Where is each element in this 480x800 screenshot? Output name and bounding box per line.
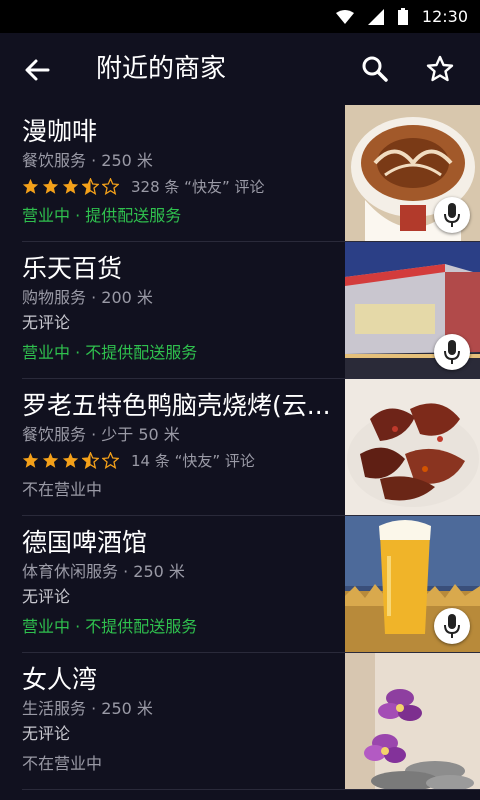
- merchant-item[interactable]: 德国啤酒馆 体育休闲服务 · 250 米 无评论 营业中 · 不提供配送服务: [0, 516, 480, 653]
- star-empty-icon: [102, 177, 119, 195]
- microphone-icon: [444, 340, 460, 364]
- merchant-photo: [345, 653, 480, 789]
- review-count: 无评论: [22, 587, 71, 606]
- signal-icon: [367, 8, 384, 25]
- merchant-photo: [345, 242, 480, 378]
- merchant-name: 德国啤酒馆: [22, 528, 148, 557]
- app-bar: 附近的商家: [0, 33, 480, 105]
- business-status: 不在营业中: [22, 754, 103, 773]
- merchant-name: 女人湾: [22, 665, 98, 694]
- search-icon: [362, 56, 388, 82]
- merchant-list: 漫咖啡 餐饮服务 · 250 米 328 条 “快友” 评论 营业中 · 提供配…: [0, 105, 480, 790]
- business-status: 营业中 · 提供配送服务: [22, 206, 182, 225]
- review-count: 14 条 “快友” 评论: [131, 451, 255, 470]
- merchant-rating: 14 条 “快友” 评论: [22, 449, 255, 471]
- microphone-icon: [444, 203, 460, 227]
- star-full-icon: [22, 178, 39, 194]
- business-status: 营业中 · 不提供配送服务: [22, 617, 198, 636]
- merchant-photo: [345, 105, 480, 241]
- back-button[interactable]: [22, 55, 52, 85]
- star-full-icon: [62, 452, 79, 468]
- review-count: 无评论: [22, 724, 71, 743]
- favorite-button[interactable]: [425, 54, 455, 84]
- business-status: 营业中 · 不提供配送服务: [22, 343, 198, 362]
- rating-stars: [22, 177, 119, 195]
- star-full-icon: [22, 452, 39, 468]
- search-button[interactable]: [360, 54, 390, 84]
- page-title: 附近的商家: [96, 54, 227, 84]
- star-full-icon: [62, 178, 79, 194]
- star-outline-icon: [426, 55, 454, 82]
- microphone-icon: [444, 614, 460, 638]
- review-count: 328 条 “快友” 评论: [131, 177, 265, 196]
- status-time: 12:30: [421, 7, 468, 26]
- arrow-back-icon: [25, 59, 50, 81]
- merchant-category-distance: 餐饮服务 · 250 米: [22, 151, 153, 170]
- merchant-name: 漫咖啡: [22, 117, 98, 146]
- star-half-icon: [82, 451, 99, 469]
- row-divider: [22, 789, 480, 790]
- rating-stars: [22, 451, 119, 469]
- merchant-name: 罗老五特色鸭脑壳烧烤(云...: [22, 391, 331, 420]
- battery-icon: [397, 8, 408, 25]
- voice-button[interactable]: [434, 608, 470, 644]
- merchant-name: 乐天百货: [22, 254, 123, 283]
- voice-button[interactable]: [434, 197, 470, 233]
- star-full-icon: [42, 452, 59, 468]
- merchant-item[interactable]: 乐天百货 购物服务 · 200 米 无评论 营业中 · 不提供配送服务: [0, 242, 480, 379]
- review-count: 无评论: [22, 313, 71, 332]
- merchant-category-distance: 体育休闲服务 · 250 米: [22, 562, 185, 581]
- wifi-icon: [335, 9, 354, 24]
- merchant-item[interactable]: 罗老五特色鸭脑壳烧烤(云... 餐饮服务 · 少于 50 米 14 条 “快友”…: [0, 379, 480, 516]
- merchant-category-distance: 餐饮服务 · 少于 50 米: [22, 425, 180, 444]
- merchant-category-distance: 购物服务 · 200 米: [22, 288, 153, 307]
- merchant-category-distance: 生活服务 · 250 米: [22, 699, 153, 718]
- status-bar: 12:30: [0, 0, 480, 33]
- star-empty-icon: [102, 451, 119, 469]
- merchant-item[interactable]: 女人湾 生活服务 · 250 米 无评论 不在营业中: [0, 653, 480, 790]
- business-status: 不在营业中: [22, 480, 103, 499]
- merchant-rating: 328 条 “快友” 评论: [22, 175, 264, 197]
- merchant-item[interactable]: 漫咖啡 餐饮服务 · 250 米 328 条 “快友” 评论 营业中 · 提供配…: [0, 105, 480, 242]
- star-full-icon: [42, 178, 59, 194]
- merchant-photo: [345, 379, 480, 515]
- voice-button[interactable]: [434, 334, 470, 370]
- star-half-icon: [82, 177, 99, 195]
- merchant-photo: [345, 516, 480, 652]
